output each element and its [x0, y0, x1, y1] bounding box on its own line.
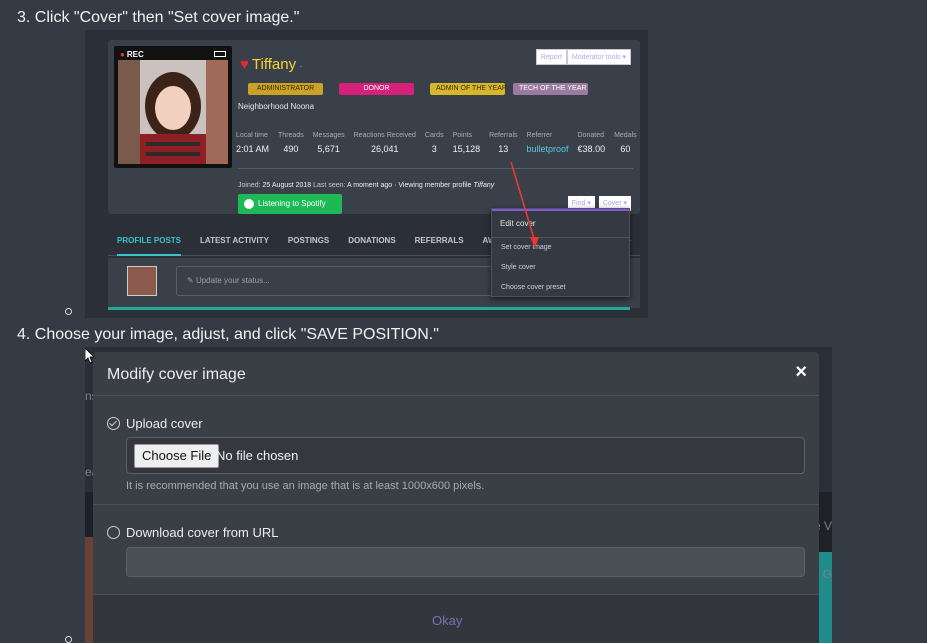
- stat-value: 3: [431, 144, 437, 154]
- profile-avatar[interactable]: REC: [114, 46, 232, 168]
- profile-screenshot: REC ♥Tiffany· ADMINISTRATOR DONOR ADMIN …: [85, 30, 648, 318]
- modal-footer: Okay: [93, 594, 819, 643]
- badge-row: ADMINISTRATOR DONOR ADMIN OF THE YEAR TE…: [248, 83, 588, 95]
- choose-file-button[interactable]: Choose File: [134, 444, 220, 468]
- stat-label: Cards: [424, 132, 444, 139]
- stat-label: Threads: [278, 132, 304, 139]
- list-bullet: [65, 636, 72, 643]
- stat-local-time: Local time 2:01 AM: [236, 132, 269, 154]
- report-button[interactable]: Report: [535, 49, 567, 65]
- stat-value: €38.00: [577, 144, 606, 154]
- stats-row: Local time 2:01 AM Threads 490 Messages 5,6…: [236, 132, 646, 154]
- tab-referrals[interactable]: REFERRALS: [415, 236, 464, 245]
- upload-cover-label: Upload cover: [126, 416, 203, 431]
- stat-cards[interactable]: Cards 3: [425, 132, 444, 154]
- profile-action-buttons: Report Moderator tools ▾: [535, 49, 631, 65]
- stat-points[interactable]: Points 15,128: [453, 132, 481, 154]
- stat-label: Referrals: [489, 132, 518, 139]
- check-circle-icon[interactable]: [107, 417, 120, 430]
- close-icon[interactable]: ×: [795, 362, 807, 382]
- joined-date: 25 August 2018: [262, 182, 312, 189]
- stat-value: 5,671: [317, 144, 340, 154]
- url-cover-option[interactable]: Download cover from URL: [107, 525, 278, 540]
- stat-value: 2:01 AM: [236, 144, 270, 154]
- stat-label: Reactions Received: [353, 132, 416, 139]
- status-input[interactable]: ✎ Update your status...: [176, 266, 496, 296]
- menu-item-choose-cover-preset[interactable]: Choose cover preset: [492, 278, 629, 298]
- profile-username[interactable]: ♥ Tiffany ·: [240, 56, 302, 73]
- stat-label: Points: [452, 132, 473, 139]
- menu-item-style-cover[interactable]: Style cover: [492, 258, 629, 278]
- stat-label: Messages: [312, 132, 345, 139]
- status-placeholder: Update your status...: [195, 276, 270, 285]
- mouse-cursor-icon: [85, 348, 95, 364]
- stat-value: 60: [620, 144, 631, 154]
- stat-medals[interactable]: Medals 60: [614, 132, 637, 154]
- small-avatar: [127, 266, 157, 296]
- dropdown-header: Edit cover: [492, 209, 629, 238]
- divider: [238, 168, 633, 169]
- avatar-photo: [118, 60, 228, 164]
- menu-item-set-cover-image[interactable]: Set cover image: [492, 238, 629, 258]
- stat-value: 15,128: [452, 144, 481, 154]
- badge-admin-of-the-year: ADMIN OF THE YEAR: [430, 83, 507, 95]
- cover-dropdown-menu: Edit cover Set cover image Style cover C…: [491, 208, 630, 297]
- modal-title: Modify cover image: [107, 366, 246, 383]
- tab-latest-activity[interactable]: LATEST ACTIVITY: [200, 236, 269, 245]
- modal-header: Modify cover image ×: [93, 352, 819, 396]
- stat-label: Donated: [577, 132, 605, 139]
- upload-hint: It is recommended that you use an image …: [126, 480, 485, 492]
- spotify-button[interactable]: Listening to Spotify: [238, 194, 342, 214]
- dot-icon: ·: [299, 61, 303, 72]
- list-bullet: [65, 308, 72, 315]
- step-3-heading: 3. Click "Cover" then "Set cover image.": [17, 9, 300, 26]
- background-text: G: [822, 567, 832, 581]
- last-seen-label: Last seen:: [313, 182, 346, 189]
- last-seen-value: A moment ago · Viewing member profile: [347, 182, 472, 189]
- stat-label: Medals: [614, 132, 637, 139]
- last-seen-user[interactable]: Tiffany: [473, 182, 494, 189]
- stat-label: Referrer: [526, 132, 553, 139]
- file-status-text: No file chosen: [216, 448, 299, 463]
- badge-administrator: ADMINISTRATOR: [248, 83, 323, 95]
- user-title: Neighborhood Noona: [238, 102, 315, 111]
- stat-label: Local time: [236, 132, 268, 139]
- battery-icon: [214, 51, 226, 57]
- modify-cover-modal: Modify cover image × Upload cover Choose…: [93, 352, 819, 643]
- tab-donations[interactable]: DONATIONS: [348, 236, 395, 245]
- badge-tech-of-the-year: TECH OF THE YEAR: [513, 83, 588, 95]
- stat-value: 13: [498, 144, 509, 154]
- tab-profile-posts[interactable]: PROFILE POSTS: [117, 236, 182, 256]
- upload-cover-option[interactable]: Upload cover: [107, 416, 203, 431]
- heart-icon: ♥: [240, 56, 249, 73]
- tab-postings[interactable]: POSTINGS: [288, 236, 329, 245]
- referrer-link[interactable]: bulletproof: [527, 144, 569, 154]
- stat-donated: Donated €38.00: [578, 132, 606, 154]
- profile-card: REC ♥Tiffany· ADMINISTRATOR DONOR ADMIN …: [108, 40, 640, 214]
- okay-button[interactable]: Okay: [432, 613, 462, 628]
- username-text: Tiffany: [251, 56, 297, 73]
- rec-label: REC: [120, 50, 144, 59]
- stat-referrer[interactable]: Referrer bulletproof: [527, 132, 569, 154]
- accent-bar: [108, 307, 630, 310]
- stat-value: 490: [283, 144, 299, 154]
- joined-line: Joined: 25 August 2018 Last seen: A mome…: [238, 182, 494, 189]
- stat-reactions[interactable]: Reactions Received 26,041: [354, 132, 416, 154]
- stat-threads[interactable]: Threads 490: [278, 132, 304, 154]
- badge-donor: DONOR: [339, 83, 414, 95]
- radio-icon[interactable]: [107, 526, 120, 539]
- modal-screenshot: ns ea e V G Modify cover image × Upload …: [85, 347, 832, 643]
- stat-messages[interactable]: Messages 5,671: [313, 132, 345, 154]
- cover-url-input[interactable]: [126, 547, 805, 577]
- divider: [93, 504, 819, 505]
- stat-referrals[interactable]: Referrals 13: [489, 132, 517, 154]
- moderator-tools-button[interactable]: Moderator tools ▾: [566, 49, 631, 65]
- file-input[interactable]: Choose File No file chosen: [126, 437, 805, 474]
- joined-label: Joined:: [238, 182, 261, 189]
- stat-value: 26,041: [370, 144, 399, 154]
- step-4-heading: 4. Choose your image, adjust, and click …: [17, 326, 439, 343]
- url-cover-label: Download cover from URL: [126, 525, 279, 540]
